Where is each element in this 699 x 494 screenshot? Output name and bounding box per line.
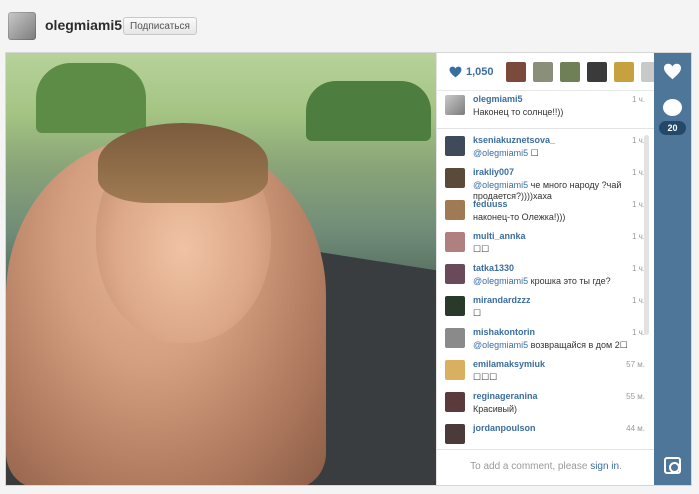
comment-username[interactable]: mishakontorin [473, 327, 535, 337]
comment-body: ☐ [473, 308, 482, 318]
caption-avatar[interactable] [445, 95, 465, 115]
comment-text: @olegmiami5 возвращайся в дом 2☐ [473, 340, 645, 351]
comment-mention[interactable]: @olegmiami5 [473, 148, 528, 158]
comments-panel: 1,050 olegmiami5 1 ч. Наконец то солнце!… [436, 53, 661, 485]
comments-scrollbar[interactable] [644, 135, 649, 335]
comment-time: 55 м. [626, 392, 645, 401]
follow-button[interactable]: Подписаться [123, 17, 197, 35]
comment-text: ☐☐☐ [473, 372, 645, 383]
comment-item: kseniakuznetsova_ 1 ч. @olegmiami5 ☐ [437, 132, 655, 164]
comment-body: наконец-то Олежка!))) [473, 212, 566, 222]
action-rail: 20 [654, 53, 691, 485]
like-heart-icon[interactable] [663, 63, 682, 80]
heart-icon [449, 66, 462, 78]
instagram-camera-icon[interactable] [664, 457, 681, 474]
flower-pot-left [36, 63, 146, 133]
comment-body: ☐☐ [473, 244, 490, 254]
add-comment-prefix: To add a comment, please [470, 461, 591, 472]
comment-time: 57 м. [626, 360, 645, 369]
comment-text: наконец-то Олежка!))) [473, 212, 645, 223]
comment-username[interactable]: jordanpoulson [473, 423, 536, 433]
sign-in-link[interactable]: sign in [590, 461, 619, 472]
profile-header: olegmiami5 Подписаться [0, 0, 699, 52]
comment-mention[interactable]: @olegmiami5 [473, 340, 528, 350]
comment-body: ☐ [528, 148, 539, 158]
comment-avatar[interactable] [445, 200, 465, 220]
comment-username[interactable]: mirandardzzz [473, 295, 531, 305]
comment-count-badge: 20 [659, 121, 686, 135]
liker-avatar[interactable] [506, 62, 526, 82]
comment-item: mirandardzzz 1 ч. ☐ [437, 292, 655, 324]
comment-item: emilamaksymiuk 57 м. ☐☐☐ [437, 356, 655, 388]
comment-mention[interactable]: @olegmiami5 [473, 276, 528, 286]
comment-body: крошка это ты где? [528, 276, 611, 286]
caption: olegmiami5 1 ч. Наконец то солнце!!)) [437, 91, 655, 129]
comment-item: mishakontorin 1 ч. @olegmiami5 возвращайся… [437, 324, 655, 356]
comment-username[interactable]: irakliy007 [473, 167, 514, 177]
post-photo[interactable] [6, 53, 436, 485]
comment-item: multi_annka 1 ч. ☐☐ [437, 228, 655, 260]
comment-username[interactable]: reginageranina [473, 391, 538, 401]
liker-avatar[interactable] [587, 62, 607, 82]
comment-body: ☐☐☐ [473, 372, 498, 382]
comment-text: @olegmiami5 ☐ [473, 148, 645, 159]
comment-avatar[interactable] [445, 328, 465, 348]
flower-pot-right [306, 81, 431, 141]
liker-avatar[interactable] [560, 62, 580, 82]
comment-bubble-icon[interactable] [663, 99, 682, 116]
comment-item: tatka1330 1 ч. @olegmiami5 крошка это ты г… [437, 260, 655, 292]
likes-bar: 1,050 [437, 53, 661, 91]
comment-username[interactable]: multi_annka [473, 231, 526, 241]
comments-list[interactable]: kseniakuznetsova_ 1 ч. @olegmiami5 ☐ irakli… [437, 130, 655, 446]
comment-avatar[interactable] [445, 168, 465, 188]
post-card: 1,050 olegmiami5 1 ч. Наконец то солнце!… [6, 53, 691, 485]
like-count[interactable]: 1,050 [466, 66, 494, 78]
caption-text: Наконец то солнце!!)) [473, 107, 564, 117]
comment-avatar[interactable] [445, 360, 465, 380]
profile-username[interactable]: olegmiami5 [45, 17, 122, 33]
comment-avatar[interactable] [445, 296, 465, 316]
comment-item: irakliy007 1 ч. @olegmiami5 че много народ… [437, 164, 655, 201]
comment-text: ☐ [473, 308, 645, 319]
comment-body: Красивый) [473, 404, 518, 414]
comment-item: reginageranina 55 м. Красивый) [437, 388, 655, 420]
profile-avatar[interactable] [8, 12, 36, 40]
comment-username[interactable]: feduuss [473, 199, 508, 209]
add-comment-prompt: To add a comment, please sign in. [437, 449, 655, 485]
comment-item: feduuss 1 ч. наконец-то Олежка!))) [437, 196, 655, 228]
comment-avatar[interactable] [445, 264, 465, 284]
comment-body: возвращайся в дом 2☐ [528, 340, 628, 350]
comment-text: ☐☐ [473, 244, 645, 255]
comment-text: @olegmiami5 крошка это ты где? [473, 276, 645, 287]
person-hair [98, 123, 268, 203]
comment-avatar[interactable] [445, 424, 465, 444]
add-comment-suffix: . [619, 461, 622, 472]
comment-username[interactable]: emilamaksymiuk [473, 359, 545, 369]
comment-avatar[interactable] [445, 232, 465, 252]
comment-username[interactable]: tatka1330 [473, 263, 514, 273]
comment-item: jordanpoulson 44 м. [437, 420, 655, 446]
caption-time: 1 ч. [631, 95, 645, 104]
liker-avatar[interactable] [533, 62, 553, 82]
comment-mention[interactable]: @olegmiami5 [473, 180, 528, 190]
comment-avatar[interactable] [445, 392, 465, 412]
liker-avatar[interactable] [614, 62, 634, 82]
comment-time: 44 м. [626, 424, 645, 433]
comment-avatar[interactable] [445, 136, 465, 156]
comment-text: Красивый) [473, 404, 645, 415]
caption-username[interactable]: olegmiami5 [473, 94, 523, 104]
comment-username[interactable]: kseniakuznetsova_ [473, 135, 555, 145]
